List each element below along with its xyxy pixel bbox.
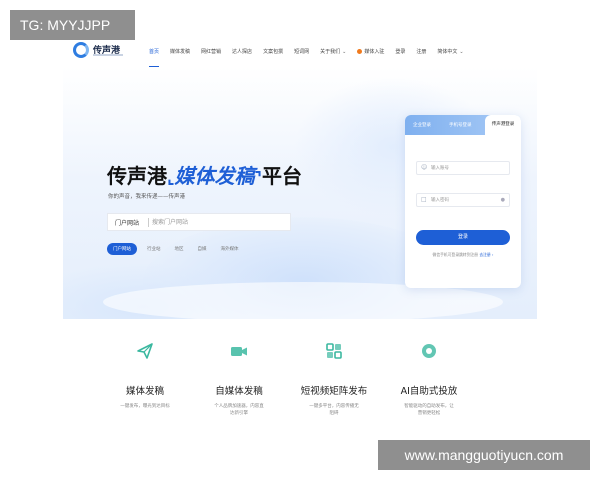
service-desc: 个人品牌加速器，内容直达新引擎 xyxy=(214,404,264,416)
nav-login[interactable]: 登录 xyxy=(395,48,405,55)
username-field: ☺ xyxy=(416,161,510,175)
nav-copywriting[interactable]: 文案包撰 xyxy=(263,48,283,55)
language-select[interactable]: 简体中文 ⌄ xyxy=(437,48,463,55)
logo-tagline-bar xyxy=(93,54,123,56)
nav-register[interactable]: 注册 xyxy=(416,48,426,55)
username-input[interactable] xyxy=(431,164,501,173)
service-title: AI自助式投放 xyxy=(400,386,458,397)
chip-overseas-media[interactable]: 海外媒体 xyxy=(221,246,239,252)
tab-enterprise-login[interactable]: 企业登录 xyxy=(413,122,431,128)
register-link[interactable]: 去注册 › xyxy=(479,252,493,257)
chevron-down-icon: ⌄ xyxy=(342,49,347,55)
service-ai-self-serve[interactable]: AI自助式投放 智能驱动的自助发布，让营销更轻松 xyxy=(384,325,474,417)
search-divider xyxy=(148,218,149,227)
paper-plane-icon xyxy=(137,343,153,359)
main-nav: 首页 媒体发稿 网红营销 达人探店 文案包撰 短词网 关于我们 ⌄ 媒体入驻 登录… xyxy=(149,48,475,68)
tab-chuanshenggang-login[interactable]: 传声港登录 xyxy=(485,115,521,135)
video-camera-icon xyxy=(231,347,247,356)
nav-influencer-marketing[interactable]: 网红营销 xyxy=(201,48,221,55)
nav-media-join-label: 媒体入驻 xyxy=(364,49,385,55)
watermark-top-left: TG: MYYJJPP xyxy=(10,10,135,40)
chip-industry-sites[interactable]: 行业站 xyxy=(147,246,161,252)
hero-search-bar: 门户网站 xyxy=(107,213,291,231)
hero-title-suffix: 平台 xyxy=(262,164,302,188)
password-input[interactable] xyxy=(431,196,501,205)
search-input[interactable] xyxy=(152,216,282,228)
services-section: 媒体发稿 一键发布，曝光到达目标 自媒体发稿 个人品牌加速器，内容直达新引擎 短… xyxy=(63,325,537,455)
lock-icon: □ xyxy=(421,196,427,203)
bracket-open-icon: ⌞ xyxy=(167,168,175,187)
nav-about-us-label: 关于我们 xyxy=(320,49,341,55)
service-title: 短视频矩阵发布 xyxy=(300,386,368,397)
nav-media-release[interactable]: 媒体发稿 xyxy=(170,48,190,55)
service-desc: 一键发布，曝光到达目标 xyxy=(120,404,170,409)
tab-phone-login[interactable]: 手机号登录 xyxy=(449,122,472,128)
service-self-media[interactable]: 自媒体发稿 个人品牌加速器，内容直达新引擎 xyxy=(194,325,284,417)
category-chips: 门户网站 行业站 地区 自媒 海外媒体 xyxy=(107,243,253,255)
service-short-video-matrix[interactable]: 短视频矩阵发布 一键多平台，内容传播无阻碍 xyxy=(289,325,379,417)
hero-title-prefix: 传声港 xyxy=(107,164,167,188)
nav-home[interactable]: 首页 xyxy=(149,48,160,68)
hero-title-highlight: 媒体发稿 xyxy=(174,164,255,188)
service-media-release[interactable]: 媒体发稿 一键发布，曝光到达目标 xyxy=(100,325,190,411)
password-field: □ ● xyxy=(416,193,510,207)
chip-region[interactable]: 地区 xyxy=(175,246,184,252)
eye-icon[interactable]: ● xyxy=(501,197,505,203)
chevron-down-icon: ⌄ xyxy=(459,49,464,55)
service-desc: 一键多平台，内容传播无阻碍 xyxy=(309,404,359,416)
logo-c-icon xyxy=(73,42,89,58)
nav-about-us[interactable]: 关于我们 ⌄ xyxy=(320,48,346,55)
login-note-text: 微信手机可登录跳转到注册 xyxy=(432,252,479,257)
login-note: 微信手机可登录跳转到注册 去注册 › xyxy=(405,252,521,258)
chip-self-media[interactable]: 自媒 xyxy=(198,246,207,252)
site-logo[interactable]: 传声港 xyxy=(73,42,153,62)
login-button[interactable]: 登录 xyxy=(416,230,510,245)
chip-portal-sites[interactable]: 门户网站 xyxy=(107,243,137,255)
user-icon: ☺ xyxy=(421,164,428,171)
login-tabs: 企业登录 手机号登录 传声港登录 xyxy=(405,115,521,135)
nav-media-join[interactable]: 媒体入驻 xyxy=(357,48,384,55)
grid-icon xyxy=(326,343,342,359)
service-desc: 智能驱动的自助发布，让营销更轻松 xyxy=(404,404,454,416)
search-category[interactable]: 门户网站 xyxy=(115,218,139,227)
orange-dot-icon xyxy=(357,49,363,54)
ai-chip-icon xyxy=(422,344,436,358)
hero-title: 传声港⌞媒体发稿⌝平台 xyxy=(107,160,302,189)
bracket-close-icon: ⌝ xyxy=(254,168,263,187)
login-card: 企业登录 手机号登录 传声港登录 ☺ □ ● 登录 微信手机可登录跳转到注册 去… xyxy=(405,115,521,288)
hero-banner: 传声港⌞媒体发稿⌝平台 你的声音，我来传递——传声港 门户网站 门户网站 行业站… xyxy=(63,67,537,319)
website-page: 传声港 首页 媒体发稿 网红营销 达人探店 文案包撰 短词网 关于我们 ⌄ 媒体入… xyxy=(63,35,537,455)
watermark-bottom-right: www.mangguotiyucn.com xyxy=(378,440,590,470)
nav-store-visit[interactable]: 达人探店 xyxy=(232,48,252,55)
service-title: 自媒体发稿 xyxy=(215,386,263,397)
nav-short-words[interactable]: 短词网 xyxy=(294,48,309,55)
language-label: 简体中文 xyxy=(437,49,458,55)
service-title: 媒体发稿 xyxy=(125,386,164,397)
hero-subtitle: 你的声音，我来传递——传声港 xyxy=(108,194,186,200)
